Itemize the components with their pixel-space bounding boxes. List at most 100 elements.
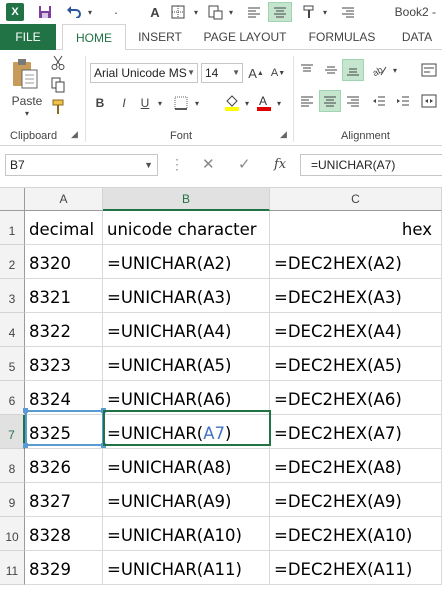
cell-c[interactable]: =DEC2HEX(A10): [270, 517, 442, 551]
cell-b[interactable]: =UNICHAR(A9): [103, 483, 270, 517]
fill-color-icon[interactable]: [222, 92, 242, 112]
cell-a[interactable]: 8329: [25, 551, 103, 585]
row-header[interactable]: 1: [0, 211, 25, 245]
cell-c[interactable]: hex: [270, 211, 442, 245]
tab-home[interactable]: HOME: [62, 24, 126, 51]
reference-handle[interactable]: [23, 408, 28, 413]
undo-icon[interactable]: [64, 2, 84, 22]
font-color-icon[interactable]: A: [254, 92, 274, 112]
cell-c[interactable]: =DEC2HEX(A7): [270, 415, 442, 449]
font-size-select[interactable]: 14 ▼: [201, 63, 243, 83]
insert-function-icon[interactable]: fx: [274, 154, 286, 176]
align-center-icon[interactable]: [268, 2, 292, 22]
row-header[interactable]: 10: [0, 517, 25, 551]
cut-icon[interactable]: [48, 54, 68, 72]
paste-dropdown-icon[interactable]: ▾: [226, 2, 236, 22]
format-painter-dropdown-icon[interactable]: ▾: [320, 2, 330, 22]
tab-file[interactable]: FILE: [0, 24, 56, 50]
formula-bar-grip[interactable]: ⋮: [170, 156, 184, 173]
increase-indent-icon[interactable]: [392, 90, 414, 112]
cell-c[interactable]: =DEC2HEX(A4): [270, 313, 442, 347]
cancel-icon[interactable]: ✕: [202, 154, 215, 176]
align-center-icon[interactable]: [319, 90, 341, 112]
cell-b[interactable]: =UNICHAR(A2): [103, 245, 270, 279]
cell-a[interactable]: 8328: [25, 517, 103, 551]
font-launcher-icon[interactable]: ◢: [280, 129, 287, 140]
bottom-align-icon[interactable]: [342, 59, 364, 81]
cell-b[interactable]: unicode character: [103, 211, 270, 245]
reference-handle[interactable]: [101, 443, 106, 448]
borders-dropdown-icon[interactable]: ▾: [190, 2, 202, 22]
cell-a[interactable]: decimal: [25, 211, 103, 245]
align-right-icon[interactable]: [342, 90, 364, 112]
clipboard-launcher-icon[interactable]: ◢: [71, 129, 78, 140]
reference-handle[interactable]: [101, 408, 106, 413]
middle-align-icon[interactable]: [320, 60, 342, 80]
row-header[interactable]: 9: [0, 483, 25, 517]
cell-c[interactable]: =DEC2HEX(A6): [270, 381, 442, 415]
row-header[interactable]: 3: [0, 279, 25, 313]
cell-b[interactable]: =UNICHAR(A3): [103, 279, 270, 313]
borders-icon[interactable]: [168, 2, 188, 22]
top-align-icon[interactable]: [296, 60, 318, 80]
cell-a[interactable]: 8323: [25, 347, 103, 381]
cell-b[interactable]: =UNICHAR(A6): [103, 381, 270, 415]
cell-a[interactable]: 8327: [25, 483, 103, 517]
cell-a[interactable]: 8322: [25, 313, 103, 347]
borders-icon[interactable]: [170, 94, 192, 112]
italic-button[interactable]: I: [116, 94, 132, 112]
cell-c[interactable]: =DEC2HEX(A2): [270, 245, 442, 279]
cell-a[interactable]: 8324: [25, 381, 103, 415]
tab-data[interactable]: DATA: [392, 24, 442, 50]
row-header[interactable]: 6: [0, 381, 25, 415]
cell-b[interactable]: =UNICHAR(A10): [103, 517, 270, 551]
increase-font-icon[interactable]: A ▲: [247, 64, 265, 82]
paste-label[interactable]: Paste: [10, 94, 44, 108]
column-header-c[interactable]: C: [270, 188, 442, 211]
paste-icon[interactable]: [8, 56, 42, 92]
decrease-indent-icon[interactable]: [368, 90, 390, 112]
worksheet-grid[interactable]: A B C 1 decimal unicode character hex 2 8320 =…: [0, 188, 442, 591]
tab-insert[interactable]: INSERT: [128, 24, 192, 50]
borders-dropdown-icon[interactable]: ▾: [192, 94, 202, 112]
align-right-icon[interactable]: [338, 2, 358, 22]
row-header[interactable]: 11: [0, 551, 25, 585]
tab-page-layout[interactable]: PAGE LAYOUT: [196, 24, 294, 50]
font-name-select[interactable]: Arial Unicode MS ▼: [90, 63, 198, 83]
paste-dropdown-icon[interactable]: ▾: [20, 108, 34, 118]
select-all-button[interactable]: [0, 188, 25, 211]
cell-b[interactable]: =UNICHAR(A5): [103, 347, 270, 381]
underline-dropdown-icon[interactable]: ▾: [155, 94, 165, 112]
decrease-font-icon[interactable]: A ▼: [269, 64, 287, 82]
font-color-dropdown-icon[interactable]: ▾: [274, 94, 284, 112]
orientation-dropdown-icon[interactable]: ▾: [390, 60, 400, 80]
cell-c[interactable]: =DEC2HEX(A5): [270, 347, 442, 381]
row-header[interactable]: 8: [0, 449, 25, 483]
formula-input[interactable]: =UNICHAR(A7): [300, 154, 442, 176]
underline-button[interactable]: U: [137, 94, 153, 112]
cell-c[interactable]: =DEC2HEX(A8): [270, 449, 442, 483]
row-header[interactable]: 7: [0, 415, 25, 449]
tab-formulas[interactable]: FORMULAS: [300, 24, 384, 50]
undo-dropdown-icon[interactable]: ▾: [85, 2, 95, 22]
cell-b[interactable]: =UNICHAR(A7): [103, 415, 270, 449]
row-header[interactable]: 4: [0, 313, 25, 347]
align-left-icon[interactable]: [296, 90, 318, 112]
redo-icon[interactable]: ·: [110, 2, 122, 22]
cell-a[interactable]: 8320: [25, 245, 103, 279]
cell-a[interactable]: 8321: [25, 279, 103, 313]
cell-a[interactable]: 8326: [25, 449, 103, 483]
column-header-a[interactable]: A: [25, 188, 103, 211]
cell-c[interactable]: =DEC2HEX(A11): [270, 551, 442, 585]
cell-a[interactable]: 8325: [25, 415, 103, 449]
excel-logo-icon[interactable]: X: [6, 3, 24, 21]
cell-b[interactable]: =UNICHAR(A8): [103, 449, 270, 483]
reference-handle[interactable]: [23, 443, 28, 448]
paste-options-icon[interactable]: [204, 2, 226, 22]
format-painter-icon[interactable]: [48, 98, 68, 116]
wrap-text-icon[interactable]: [418, 60, 440, 80]
row-header[interactable]: 5: [0, 347, 25, 381]
bold-button[interactable]: B: [92, 94, 108, 112]
fill-color-dropdown-icon[interactable]: ▾: [242, 94, 252, 112]
enter-icon[interactable]: ✓: [238, 154, 251, 176]
